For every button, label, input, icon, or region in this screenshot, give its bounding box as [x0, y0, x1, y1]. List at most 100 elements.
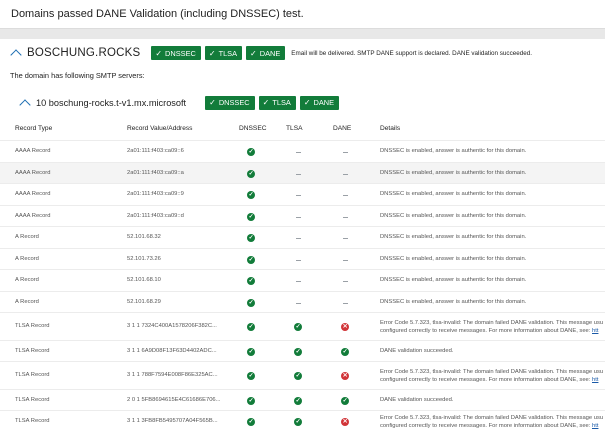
record-type-cell: AAAA Record [15, 148, 51, 154]
details-cell: DNSSEC is enabled, answer is authentic f… [380, 277, 527, 283]
record-type-cell: AAAA Record [15, 191, 51, 197]
dane-badge: ✓ DANE [299, 95, 340, 110]
dash-icon [343, 260, 348, 261]
checkmark-icon: ✓ [250, 48, 257, 58]
record-type-cell: TLSA Record [15, 397, 50, 403]
record-type-cell: TLSA Record [15, 348, 50, 354]
dash-icon [296, 195, 301, 196]
dane-info-link[interactable]: htt [592, 423, 598, 429]
record-type-cell: TLSA Record [15, 323, 50, 329]
mx-host-name: 10 boschung-rocks.t-v1.mx.microsoft [36, 97, 187, 108]
column-header-record-type: Record Type [15, 125, 53, 132]
error-circle-icon: ✕ [341, 418, 349, 426]
checkmark-icon: ✓ [209, 98, 216, 107]
details-text: configured correctly to receive messages… [380, 377, 592, 383]
dane-info-link[interactable]: htt [592, 328, 598, 334]
check-circle-icon: ✓ [247, 348, 255, 356]
dash-icon [296, 217, 301, 218]
error-circle-icon: ✕ [341, 372, 349, 380]
domain-status-message: Email will be delivered. SMTP DANE suppo… [291, 49, 532, 57]
table-row: A Record 52.101.68.32 ✓ DNSSEC is enabled, … [0, 226, 605, 249]
dash-icon [296, 174, 301, 175]
mx-section-header[interactable]: 10 boschung-rocks.t-v1.mx.microsoft ✓ DNS… [19, 95, 340, 111]
dash-icon [343, 174, 348, 175]
domain-section-header[interactable]: BOSCHUNG.ROCKS ✓ DNSSEC ✓ TLSA ✓ DANE Email… [10, 44, 532, 62]
record-type-cell: AAAA Record [15, 213, 51, 219]
details-text: configured correctly to receive messages… [380, 423, 592, 429]
chevron-up-icon[interactable] [19, 98, 31, 111]
check-circle-icon: ✓ [247, 418, 255, 426]
column-header-dnssec: DNSSEC [239, 125, 267, 132]
dash-icon [296, 260, 301, 261]
domain-name: BOSCHUNG.ROCKS [27, 47, 141, 59]
records-table-header: Record Type Record Value/Address DNSSEC … [0, 120, 605, 138]
record-value-cell: 3 1 1 7324C400A1578206F382C... [127, 323, 217, 329]
dash-icon [343, 238, 348, 239]
record-value-cell: 3 1 1 788F7594E008F86E325AC... [127, 372, 218, 378]
dash-icon [343, 303, 348, 304]
checkmark-icon: ✓ [262, 98, 270, 107]
details-cell: DNSSEC is enabled, answer is authentic f… [380, 191, 527, 197]
check-circle-icon: ✓ [294, 397, 302, 405]
table-row: A Record 52.101.73.26 ✓ DNSSEC is enabled, … [0, 248, 605, 270]
chevron-up-icon[interactable] [10, 49, 22, 61]
page-title: Domains passed DANE Validation (includin… [11, 8, 304, 20]
check-circle-icon: ✓ [247, 234, 255, 242]
table-row: A Record 52.101.68.29 ✓ DNSSEC is enabled, … [0, 291, 605, 313]
table-row: A Record 52.101.68.10 ✓ DNSSEC is enabled, … [0, 269, 605, 292]
check-circle-icon: ✓ [294, 372, 302, 380]
table-row: TLSA Record 2 0 1 5FB8694615E4C61686E706.… [0, 389, 605, 411]
details-cell: DNSSEC is enabled, answer is authentic f… [380, 234, 527, 240]
mx-badges: ✓ DNSSEC ✓ TLSA ✓ DANE [205, 95, 340, 110]
table-row: TLSA Record 3 1 1 6A9D08F13F63D4402ADC...… [0, 340, 605, 362]
record-type-cell: TLSA Record [15, 418, 50, 424]
check-circle-icon: ✓ [247, 170, 255, 178]
dash-icon [296, 281, 301, 282]
check-circle-icon: ✓ [247, 323, 255, 331]
check-circle-icon: ✓ [247, 148, 255, 156]
check-circle-icon: ✓ [247, 256, 255, 264]
details-cell-line2: configured correctly to receive messages… [380, 328, 598, 334]
checkmark-icon: ✓ [303, 98, 311, 107]
check-circle-icon: ✓ [247, 372, 255, 380]
column-header-dane: DANE [333, 125, 352, 132]
record-type-cell: A Record [15, 256, 39, 262]
column-header-tlsa: TLSA [286, 125, 303, 132]
dash-icon [296, 303, 301, 304]
table-row: AAAA Record 2a01:111:f403:ca09::d ✓ DNSSEC … [0, 205, 605, 227]
table-row: AAAA Record 2a01:111:f403:ca09::6 ✓ DNSSEC … [0, 140, 605, 163]
check-circle-icon: ✓ [341, 397, 349, 405]
table-row: TLSA Record 3 1 1 788F7594E008F86E325AC..… [0, 361, 605, 390]
details-cell: DNSSEC is enabled, answer is authentic f… [380, 170, 527, 176]
record-value-cell: 3 1 1 3FB8FB5495707A04F565B... [127, 418, 218, 424]
dane-info-link[interactable]: htt [592, 377, 598, 383]
details-cell: Error Code 5.7.323, tlsa-invalid: The do… [380, 320, 604, 326]
check-circle-icon: ✓ [294, 418, 302, 426]
record-type-cell: TLSA Record [15, 372, 50, 378]
dash-icon [296, 152, 301, 153]
dnssec-badge: ✓ DNSSEC [151, 46, 201, 60]
record-value-cell: 52.101.68.10 [127, 277, 161, 283]
details-cell: Error Code 5.7.323, tlsa-invalid: The do… [380, 369, 604, 375]
record-value-cell: 52.101.73.26 [127, 256, 161, 262]
check-circle-icon: ✓ [341, 348, 349, 356]
table-row: TLSA Record 3 1 1 3FB8FB5495707A04F565B..… [0, 410, 605, 433]
domain-badges: ✓ DNSSEC ✓ TLSA ✓ DANE [151, 46, 286, 60]
record-value-cell: 52.101.68.29 [127, 299, 161, 305]
check-circle-icon: ✓ [247, 397, 255, 405]
record-type-cell: A Record [15, 234, 39, 240]
dane-badge: ✓ DANE [246, 46, 286, 60]
record-type-cell: A Record [15, 277, 39, 283]
record-type-cell: A Record [15, 299, 39, 305]
details-text: configured correctly to receive messages… [380, 328, 592, 334]
dash-icon [343, 195, 348, 196]
details-cell: DNSSEC is enabled, answer is authentic f… [380, 213, 527, 219]
header-divider-band [0, 29, 605, 39]
check-circle-icon: ✓ [294, 323, 302, 331]
check-circle-icon: ✓ [247, 213, 255, 221]
record-value-cell: 3 1 1 6A9D08F13F63D4402ADC... [127, 348, 217, 354]
details-cell: DNSSEC is enabled, answer is authentic f… [380, 148, 527, 154]
details-cell: Error Code 5.7.323, tlsa-invalid: The do… [380, 415, 604, 421]
record-value-cell: 2 0 1 5FB8694615E4C61686E706... [127, 397, 221, 403]
details-cell: DANE validation succeeded. [380, 397, 454, 403]
